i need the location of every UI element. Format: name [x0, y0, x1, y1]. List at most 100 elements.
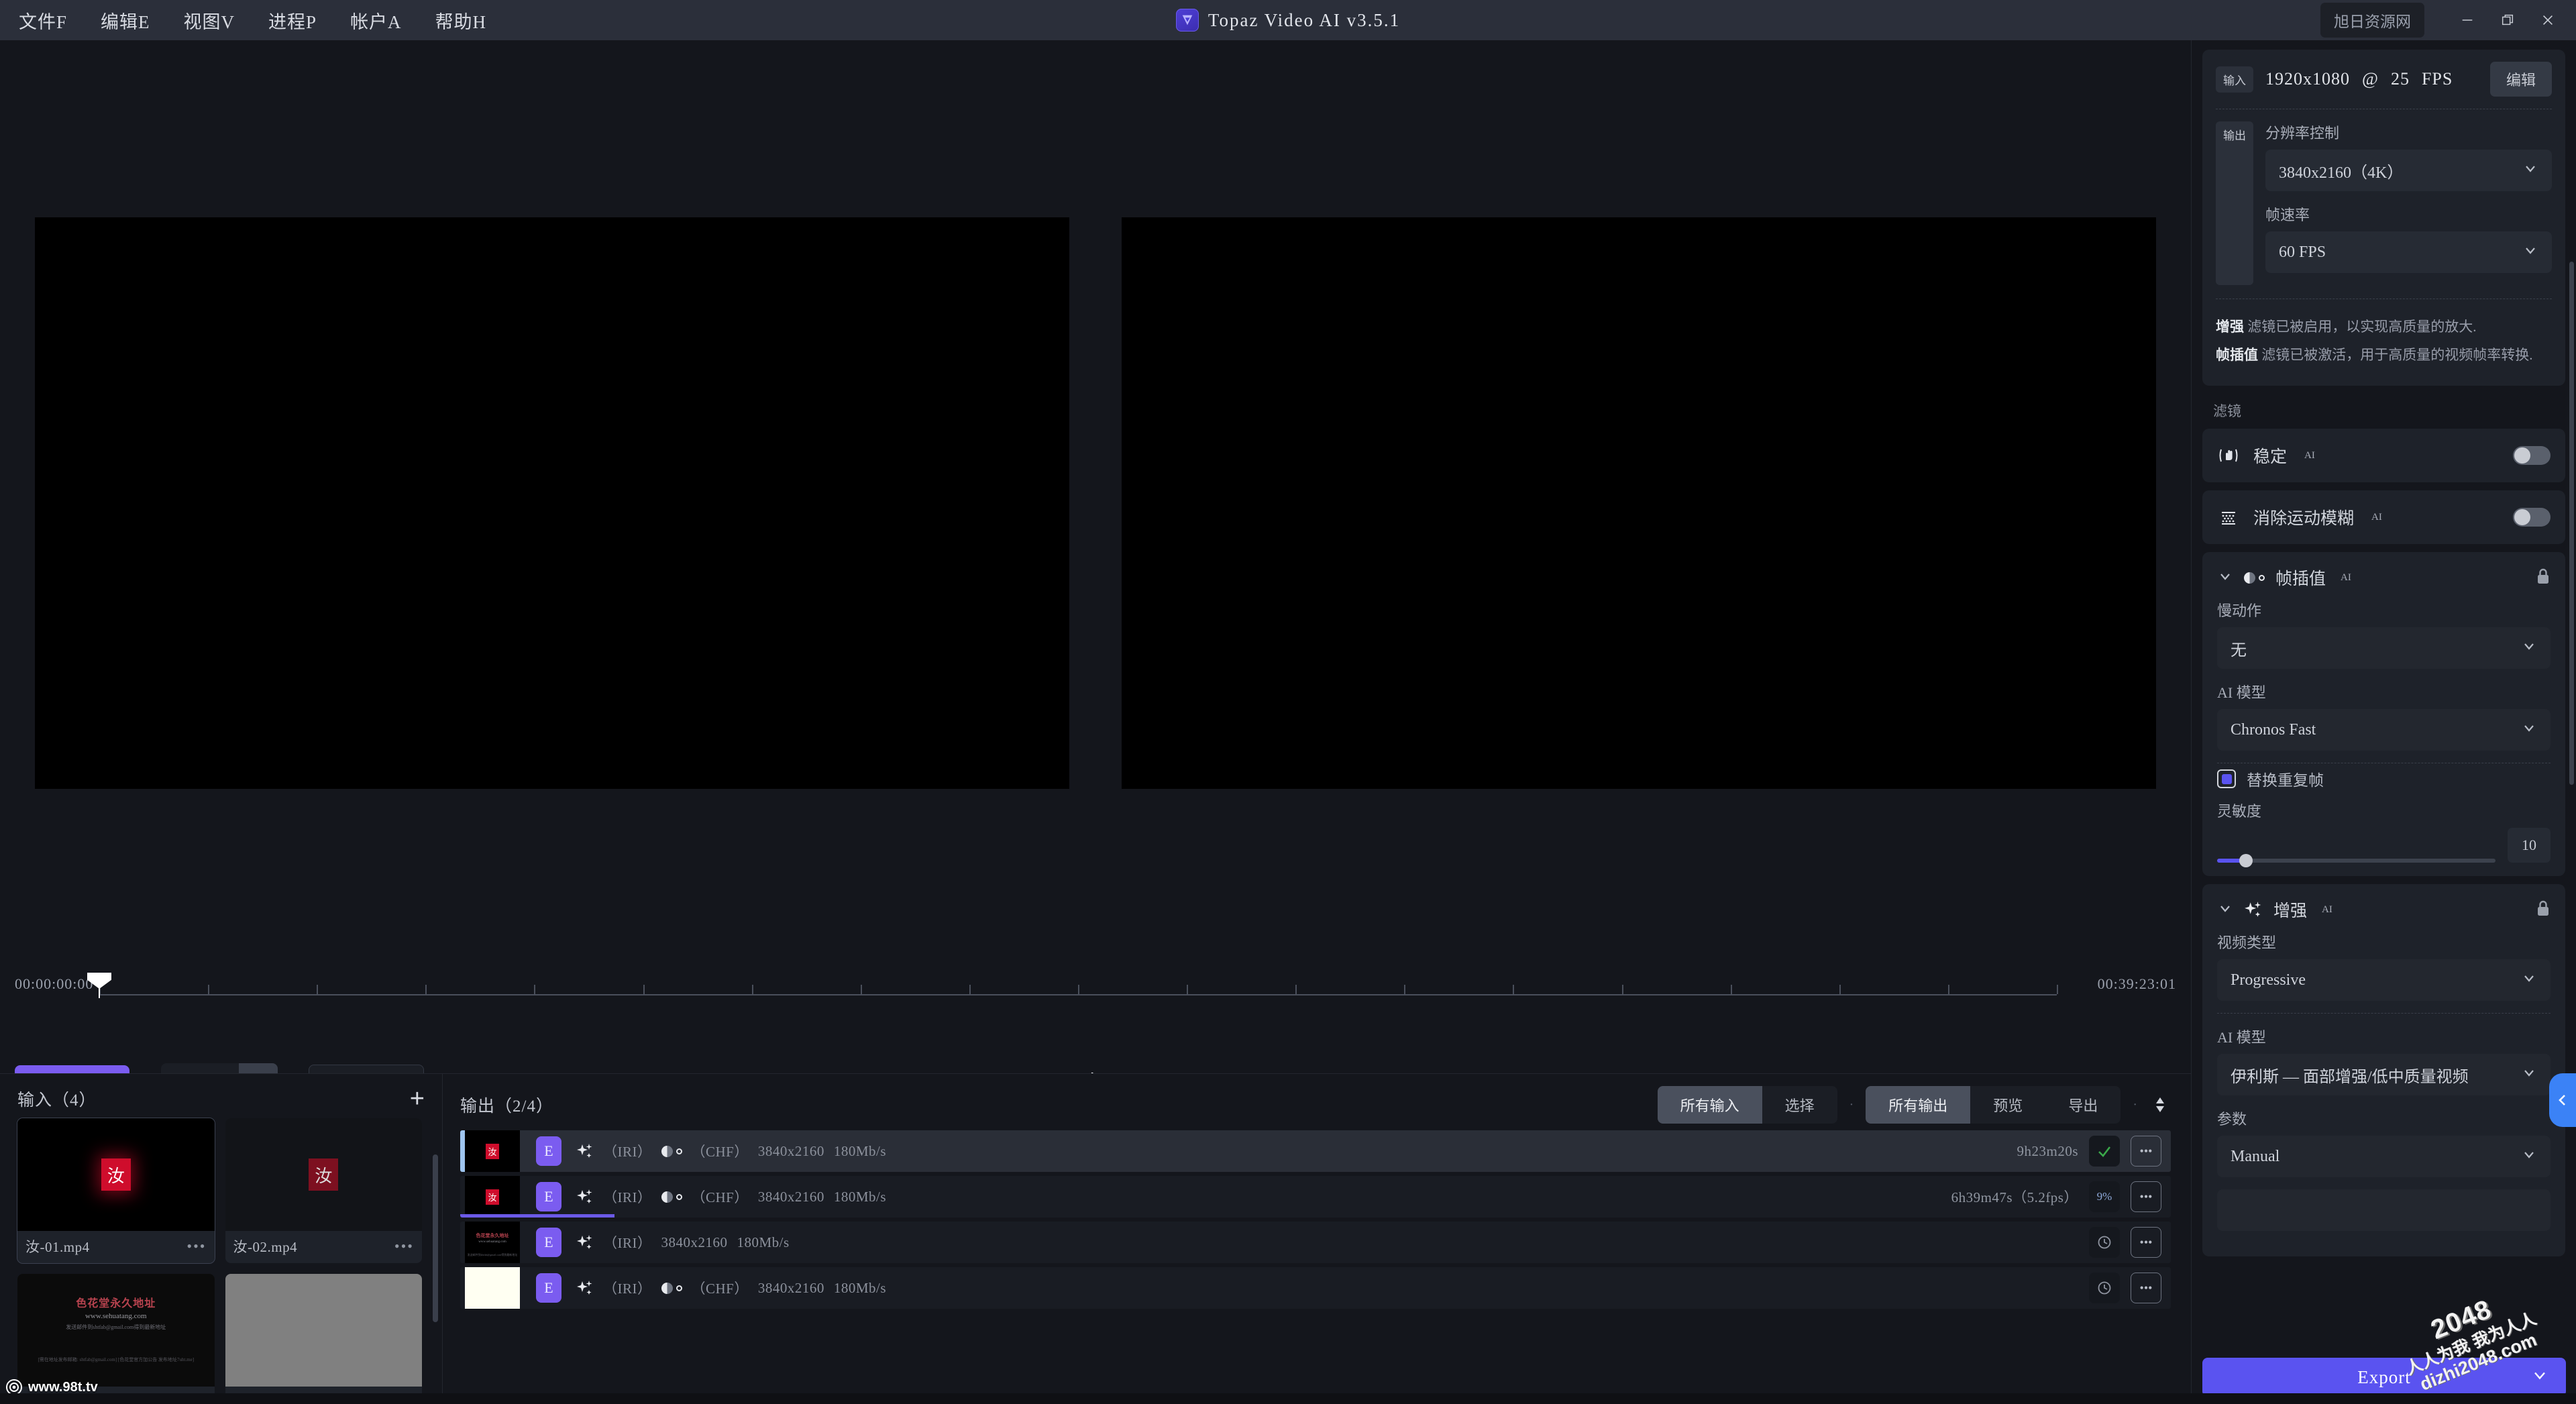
collapse-panel-button[interactable] — [2549, 1073, 2576, 1127]
replace-duplicate-frames-row[interactable]: 替换重复帧 — [2217, 763, 2551, 800]
tab-all-outputs[interactable]: 所有输出 — [1866, 1086, 1971, 1124]
job-bitrate: 180Mb/s — [833, 1142, 887, 1159]
job-thumbnail: 汝 — [465, 1176, 520, 1218]
job-status-check-icon[interactable] — [2089, 1136, 2120, 1167]
table-row[interactable]: 色花堂永久地址 www.sehuatang.com 发送邮件到shtfab@gm… — [460, 1222, 2171, 1263]
job-badge-export: E — [536, 1182, 561, 1211]
edit-button[interactable]: 编辑 — [2489, 62, 2552, 97]
ai-superscript: AI — [2371, 511, 2382, 523]
frame-interp-model-select[interactable]: Chronos Fast — [2217, 709, 2551, 751]
job-filter-iri: （IRI） — [603, 1144, 652, 1160]
timeline: 00:00:00:00 00:39:23:01 — [0, 966, 2191, 1073]
io-settings-card: 输入 1920x1080 @ 25 FPS 编辑 输出 分辨率控制 3840x2… — [2202, 50, 2565, 386]
add-input-button[interactable]: + — [410, 1086, 425, 1112]
sort-toggle-icon[interactable] — [2149, 1097, 2171, 1113]
sensitivity-row: 10 — [2217, 828, 2551, 867]
resolution-select[interactable]: 3840x2160（4K） — [2265, 150, 2552, 191]
ellipsis-icon[interactable]: ••• — [2131, 1181, 2161, 1212]
input-panel-scrollbar[interactable] — [433, 1154, 438, 1322]
filter-motion-deblur[interactable]: 消除运动模糊 AI — [2202, 490, 2565, 544]
menu-help[interactable]: 帮助H — [430, 3, 492, 38]
param-select[interactable]: Manual — [2217, 1136, 2551, 1177]
stabilize-toggle[interactable] — [2513, 446, 2551, 465]
tab-selection[interactable]: 选择 — [1762, 1086, 1837, 1124]
tab-all-inputs[interactable]: 所有输入 — [1657, 1086, 1762, 1124]
framerate-select[interactable]: 60 FPS — [2265, 231, 2552, 273]
sensitivity-value[interactable]: 10 — [2508, 828, 2551, 863]
ellipsis-icon[interactable]: ••• — [2131, 1273, 2161, 1303]
input-item-3[interactable]: DV-1349.mp4 ••• — [225, 1274, 422, 1404]
menu-file[interactable]: 文件F — [13, 3, 72, 38]
video-type-select[interactable]: Progressive — [2217, 959, 2551, 1001]
menu-edit[interactable]: 编辑E — [95, 3, 156, 38]
export-button[interactable]: Export — [2202, 1358, 2566, 1397]
job-status-clock-icon[interactable] — [2089, 1227, 2120, 1258]
resolution-label: 分辨率控制 — [2265, 125, 2340, 142]
job-status-clock-icon[interactable] — [2089, 1273, 2120, 1303]
input-item-0[interactable]: 汝 汝-01.mp4 ••• — [17, 1118, 215, 1264]
input-item-1[interactable]: 汝 汝-02.mp4 ••• — [225, 1118, 422, 1263]
filter-motion-deblur-label: 消除运动模糊 — [2253, 510, 2355, 528]
ellipsis-icon[interactable]: ••• — [394, 1239, 414, 1254]
job-filter-iri: （IRI） — [603, 1235, 652, 1251]
ellipsis-icon[interactable]: ••• — [2131, 1136, 2161, 1167]
input-item-name: 汝-02.mp4 — [233, 1239, 298, 1255]
ellipsis-icon[interactable]: ••• — [2131, 1227, 2161, 1258]
menu-account[interactable]: 帐户A — [345, 3, 407, 38]
filter-stabilize[interactable]: 稳定 AI — [2202, 429, 2565, 482]
input-at-symbol: @ — [2362, 69, 2379, 89]
replace-duplicate-label: 替换重复帧 — [2247, 772, 2324, 789]
tab-preview[interactable]: 预览 — [1970, 1086, 2045, 1124]
output-panel-header: 输出（2/4） 所有输入 选择 · 所有输出 预览 导出 · — [443, 1074, 2191, 1130]
preview-enhanced[interactable] — [1122, 217, 2156, 789]
title-bar: 文件F 编辑E 视图V 进程P 帐户A 帮助H Topaz Video AI v… — [0, 0, 2576, 40]
job-badge-export: E — [536, 1136, 561, 1166]
chevron-down-icon — [2522, 242, 2538, 263]
enhance-header[interactable]: 增强 AI — [2217, 884, 2551, 931]
chevron-down-icon[interactable] — [2531, 1366, 2548, 1389]
lock-icon[interactable] — [2536, 900, 2551, 920]
preview-original[interactable] — [35, 217, 1069, 789]
enhance-model-select[interactable]: 伊利斯 — 面部增强/低中质量视频 — [2217, 1054, 2551, 1095]
close-icon[interactable] — [2528, 0, 2568, 40]
menu-process[interactable]: 进程P — [263, 3, 322, 38]
slider-track[interactable] — [2217, 854, 2496, 867]
table-row[interactable]: E （IRI） （CHF） 3840x2160 180Mb/s ••• — [460, 1267, 2171, 1309]
job-actions: ••• — [2089, 1273, 2171, 1303]
menu-view[interactable]: 视图V — [178, 3, 241, 38]
lock-icon[interactable] — [2536, 568, 2551, 588]
frame-interp-icon — [661, 1145, 682, 1157]
chevron-down-icon[interactable] — [2217, 900, 2233, 920]
note-enhance: 增强 滤镜已被启用，以实现高质量的放大. — [2216, 317, 2552, 338]
frame-interp-header[interactable]: 帧插值 AI — [2217, 552, 2551, 599]
job-progress-bar — [460, 1214, 614, 1218]
app-title: Topaz Video AI v3.5.1 — [1208, 9, 1401, 30]
tab-export[interactable]: 导出 — [2045, 1086, 2121, 1124]
restore-icon[interactable] — [2487, 0, 2528, 40]
slider-knob[interactable] — [2239, 854, 2253, 867]
motion-deblur-toggle[interactable] — [2513, 508, 2551, 527]
framerate-label: 帧速率 — [2265, 207, 2310, 223]
table-row[interactable]: 汝 E （IRI） （CHF） 3840x2160 180Mb/s — [460, 1176, 2171, 1218]
table-row[interactable]: 汝 E （IRI） （CHF） 3840x2160 180Mb/s — [460, 1130, 2171, 1172]
extra-select[interactable] — [2217, 1189, 2551, 1231]
chevron-down-icon[interactable] — [2217, 568, 2233, 588]
input-thumbnail: 汝 — [225, 1118, 422, 1231]
slowmo-value: 无 — [2231, 641, 2247, 659]
settings-scroll-area: 输入 1920x1080 @ 25 FPS 编辑 输出 分辨率控制 3840x2… — [2192, 40, 2576, 1350]
replace-duplicate-checkbox[interactable] — [2217, 769, 2236, 788]
resolution-value: 3840x2160（4K） — [2279, 164, 2404, 182]
input-item-name: 汝-01.mp4 — [25, 1239, 90, 1255]
filter-enhance: 增强 AI 视频类型 Progressive AI 模型 伊利斯 — 面部增强/… — [2202, 884, 2565, 1256]
timeline-track[interactable] — [99, 994, 2057, 995]
input-info-row: 输入 1920x1080 @ 25 FPS 编辑 — [2216, 50, 2552, 109]
ellipsis-icon[interactable]: ••• — [186, 1239, 206, 1254]
job-progress-percent[interactable]: 9% — [2089, 1181, 2120, 1212]
sensitivity-slider[interactable] — [2217, 848, 2496, 867]
job-resolution: 3840x2160 — [661, 1234, 728, 1250]
timeline-ruler[interactable]: 00:00:00:00 00:39:23:01 — [0, 966, 2191, 1004]
job-badge-export: E — [536, 1228, 561, 1257]
minimize-icon[interactable] — [2447, 0, 2487, 40]
settings-scrollbar[interactable] — [2569, 262, 2574, 785]
slowmo-select[interactable]: 无 — [2217, 627, 2551, 669]
